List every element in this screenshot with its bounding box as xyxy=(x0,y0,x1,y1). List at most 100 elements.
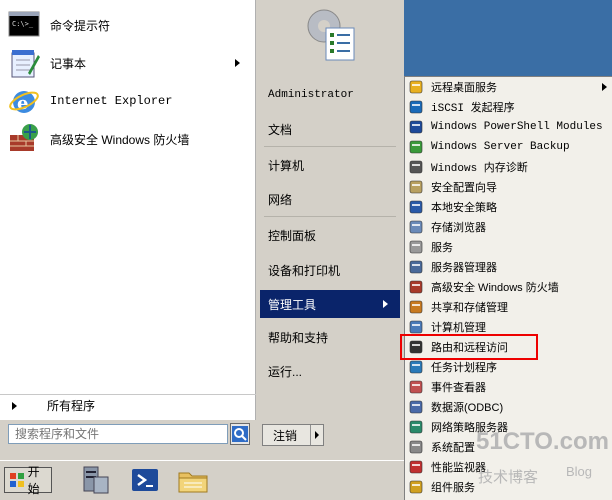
admin-tool-label: 服务 xyxy=(431,242,453,254)
admin-tool-label: 系统配置 xyxy=(431,442,475,454)
admin-tool-label: 远程桌面服务 xyxy=(431,82,497,94)
menu-item-devices-printers[interactable]: 设备和打印机 xyxy=(260,257,400,283)
powershell-icon xyxy=(408,119,424,135)
powershell-icon xyxy=(132,469,158,491)
admin-tool-item[interactable]: Windows Server Backup xyxy=(405,137,612,157)
admin-tool-item[interactable]: 存储浏览器 xyxy=(405,217,612,237)
chevron-right-icon xyxy=(235,59,240,67)
iscsi-icon xyxy=(408,99,424,115)
separator xyxy=(264,216,396,217)
server-settings-icon xyxy=(307,9,355,61)
network-policy-icon xyxy=(408,419,424,435)
admin-tool-item[interactable]: 远程桌面服务 xyxy=(405,77,612,97)
menu-item-label: Administrator xyxy=(268,89,354,101)
separator xyxy=(264,146,396,147)
admin-tool-label: Windows 内存诊断 xyxy=(431,163,528,175)
pinned-notepad[interactable]: 记事本 xyxy=(8,46,252,80)
start-menu-left-pane: C:\>_ 命令提示符 记事本 e Internet Explorer 高级安全… xyxy=(0,0,256,420)
pinned-internet-explorer[interactable]: e Internet Explorer xyxy=(8,84,252,118)
admin-tool-item[interactable]: 服务 xyxy=(405,237,612,257)
admin-tool-label: 共享和存储管理 xyxy=(431,302,508,314)
admin-tool-item[interactable]: 共享和存储管理 xyxy=(405,297,612,317)
pinned-label: 高级安全 Windows 防火墙 xyxy=(50,132,190,147)
menu-item-label: 运行... xyxy=(268,364,303,379)
admin-tool-item[interactable]: iSCSI 发起程序 xyxy=(405,97,612,117)
watermark-main: 51CTO.com xyxy=(476,428,609,455)
chevron-right-icon xyxy=(12,401,17,410)
menu-item-label: 网络 xyxy=(268,192,293,207)
firewall-icon xyxy=(408,279,424,295)
pinned-label: 记事本 xyxy=(50,56,87,71)
memory-diagnostic-icon xyxy=(408,159,424,175)
security-wizard-icon xyxy=(408,179,424,195)
command-prompt-icon: C:\>_ xyxy=(8,9,40,41)
menu-item-label: 帮助和支持 xyxy=(268,330,329,345)
all-programs-label: 所有程序 xyxy=(47,399,96,413)
admin-tool-label: 本地安全策略 xyxy=(431,202,497,214)
admin-tool-item[interactable]: Windows 内存诊断 xyxy=(405,157,612,177)
admin-tool-item[interactable]: 任务计划程序 xyxy=(405,357,612,377)
admin-tool-label: 存储浏览器 xyxy=(431,222,486,234)
pinned-firewall[interactable]: 高级安全 Windows 防火墙 xyxy=(8,122,252,156)
menu-item-help-support[interactable]: 帮助和支持 xyxy=(260,324,400,350)
admin-tool-label: 事件查看器 xyxy=(431,382,486,394)
backup-icon xyxy=(408,139,424,155)
menu-item-label: 文档 xyxy=(268,122,293,137)
all-programs-button[interactable]: 所有程序 xyxy=(0,394,256,416)
admin-tool-label: 组件服务 xyxy=(431,482,475,494)
admin-tool-item[interactable]: 服务器管理器 xyxy=(405,257,612,277)
pinned-command-prompt[interactable]: C:\>_ 命令提示符 xyxy=(8,8,252,42)
chevron-right-icon xyxy=(383,300,388,308)
menu-item-control-panel[interactable]: 控制面板 xyxy=(260,222,400,248)
computer-management-icon xyxy=(408,319,424,335)
watermark-sub: 技术博客 xyxy=(478,469,539,486)
component-services-icon xyxy=(408,479,424,495)
svg-text:C:\>_: C:\>_ xyxy=(12,20,34,28)
event-viewer-icon xyxy=(408,379,424,395)
pinned-label: Internet Explorer xyxy=(50,94,173,108)
desktop-background xyxy=(404,0,612,76)
admin-tool-item[interactable]: 安全配置向导 xyxy=(405,177,612,197)
admin-tool-label: 高级安全 Windows 防火墙 xyxy=(431,282,559,294)
server-manager-taskbar-icon[interactable] xyxy=(78,463,112,497)
search-input[interactable] xyxy=(8,424,228,444)
watermark-blog: Blog xyxy=(566,464,593,479)
admin-tool-label: 数据源(ODBC) xyxy=(431,402,504,414)
search-button[interactable] xyxy=(230,423,250,445)
folder-icon xyxy=(178,472,208,493)
admin-tool-label: iSCSI 发起程序 xyxy=(431,103,515,115)
folder-icon xyxy=(408,79,424,95)
internet-explorer-icon: e xyxy=(8,85,40,117)
start-menu-right-pane: Administrator 文档 计算机 网络 控制面板 设备和打印机 管理工具… xyxy=(256,0,404,460)
services-gear-icon xyxy=(408,239,424,255)
menu-item-label: 管理工具 xyxy=(268,297,317,312)
logoff-button[interactable]: 注销 xyxy=(262,424,324,446)
odbc-icon xyxy=(408,399,424,415)
performance-monitor-icon xyxy=(408,459,424,475)
menu-item-label: 控制面板 xyxy=(268,228,317,243)
start-menu: C:\>_ 命令提示符 记事本 e Internet Explorer 高级安全… xyxy=(0,0,404,460)
admin-tool-item[interactable]: 本地安全策略 xyxy=(405,197,612,217)
start-label: 开始 xyxy=(27,465,40,496)
start-button[interactable]: 开始 xyxy=(4,465,52,496)
storage-explorer-icon xyxy=(408,219,424,235)
server-manager-icon xyxy=(408,259,424,275)
powershell-taskbar-icon[interactable] xyxy=(128,463,162,497)
explorer-taskbar-icon[interactable] xyxy=(176,463,210,497)
admin-tool-item[interactable]: 数据源(ODBC) xyxy=(405,397,612,417)
admin-tool-item[interactable]: 高级安全 Windows 防火墙 xyxy=(405,277,612,297)
menu-item-run[interactable]: 运行... xyxy=(260,358,400,384)
chevron-right-icon[interactable] xyxy=(315,431,319,439)
menu-item-admin-tools[interactable]: 管理工具 xyxy=(260,290,400,318)
firewall-icon xyxy=(8,123,40,155)
menu-item-administrator[interactable]: Administrator xyxy=(260,82,400,108)
admin-user-picture xyxy=(300,4,360,66)
magnifier-icon xyxy=(232,426,248,442)
menu-item-network[interactable]: 网络 xyxy=(260,186,400,212)
admin-tool-item[interactable]: 事件查看器 xyxy=(405,377,612,397)
admin-tool-item[interactable]: Windows PowerShell Modules xyxy=(405,117,612,137)
menu-item-computer[interactable]: 计算机 xyxy=(260,152,400,178)
menu-item-label: 计算机 xyxy=(268,158,305,173)
chevron-right-icon xyxy=(602,83,607,91)
menu-item-documents[interactable]: 文档 xyxy=(260,116,400,142)
